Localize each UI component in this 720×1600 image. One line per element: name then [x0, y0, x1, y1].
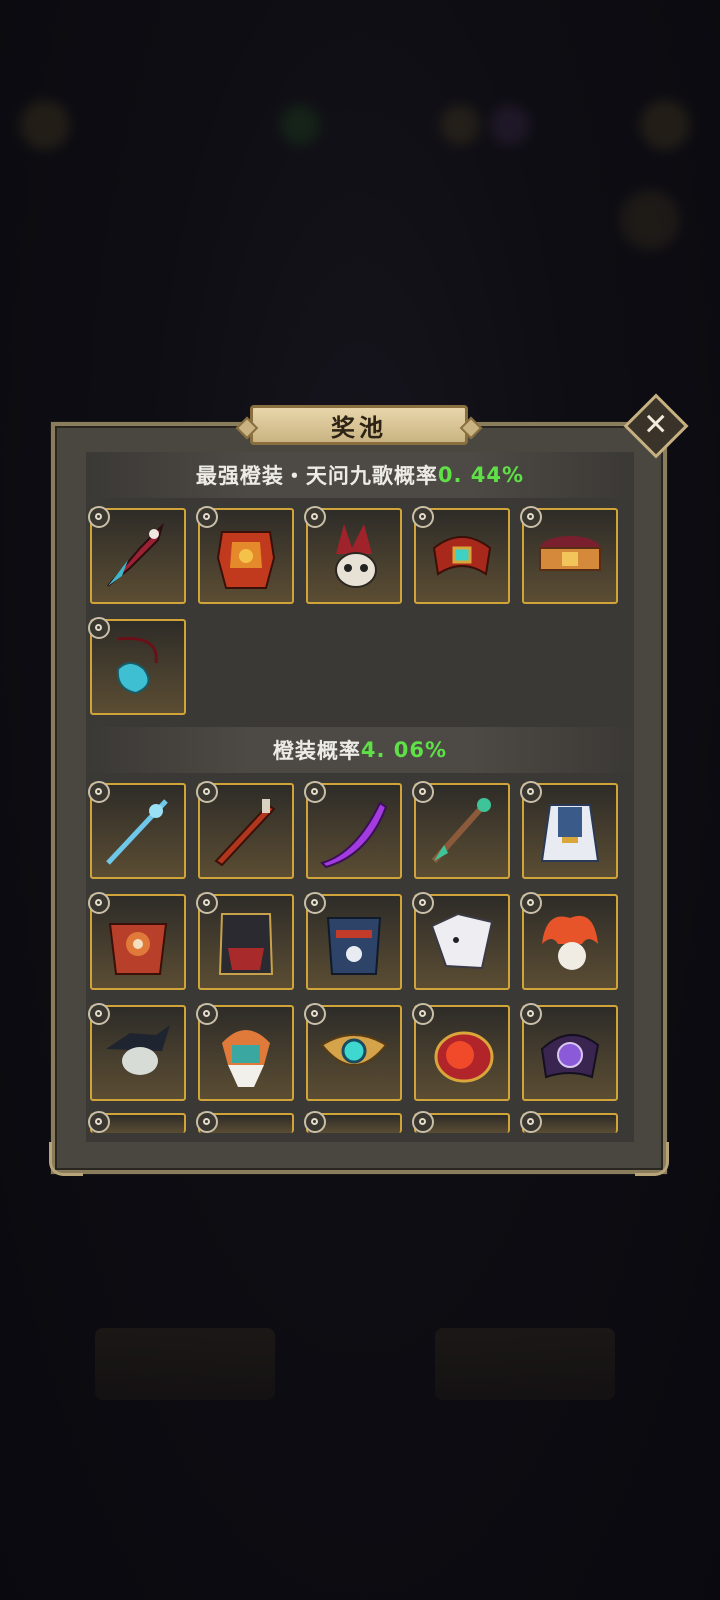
panel-corner-ornament — [49, 1142, 83, 1176]
reward-list[interactable]: 最强橙装・天问九歌概率 0. 44% 橙装概率 4. 06% — [86, 452, 634, 1142]
skull-helmet-icon[interactable] — [304, 506, 402, 604]
ice-spear-icon[interactable] — [88, 781, 186, 879]
close-icon: ✕ — [643, 407, 669, 443]
lion-helm-icon[interactable] — [196, 1003, 294, 1101]
list-item[interactable] — [196, 1111, 294, 1133]
dragon-amulet-icon[interactable] — [88, 617, 186, 715]
red-armor-icon[interactable] — [196, 506, 294, 604]
list-item[interactable] — [412, 1111, 510, 1133]
purple-blade-icon[interactable] — [304, 781, 402, 879]
lock-badge-icon — [412, 1111, 434, 1133]
turquoise-amulet-icon[interactable] — [304, 1003, 402, 1101]
list-item[interactable] — [88, 1111, 186, 1133]
list-item[interactable] — [304, 1111, 402, 1133]
white-beast-mask-icon[interactable] — [412, 892, 510, 990]
item-grid — [86, 773, 634, 1113]
lock-badge-icon — [304, 1111, 326, 1133]
section-rate: 4. 06% — [360, 738, 448, 762]
section-header-orange: 橙装概率 4. 06% — [86, 727, 634, 773]
violet-bracer-icon[interactable] — [520, 1003, 618, 1101]
lock-badge-icon — [88, 1111, 110, 1133]
jade-bracer-icon[interactable] — [412, 506, 510, 604]
item-grid — [86, 498, 634, 727]
panel-corner-ornament — [635, 1142, 669, 1176]
section-title: 最强橙装・天问九歌概率 — [195, 464, 438, 488]
horned-mask-icon[interactable] — [88, 1003, 186, 1101]
blue-robe-icon[interactable] — [520, 781, 618, 879]
lion-armor-icon[interactable] — [88, 892, 186, 990]
gold-belt-icon[interactable] — [520, 506, 618, 604]
list-item[interactable] — [520, 1111, 618, 1133]
jade-staff-icon[interactable] — [412, 781, 510, 879]
crimson-sword-icon[interactable] — [196, 781, 294, 879]
section-rate: 0. 44% — [437, 463, 525, 487]
ruby-ring-icon[interactable] — [412, 1003, 510, 1101]
flame-mask-icon[interactable] — [520, 892, 618, 990]
crimson-dagger-icon[interactable] — [88, 506, 186, 604]
lock-badge-icon — [196, 1111, 218, 1133]
section-title: 橙装概率 — [272, 739, 361, 763]
navy-armor-icon[interactable] — [304, 892, 402, 990]
section-header-best-orange: 最强橙装・天问九歌概率 0. 44% — [86, 452, 634, 498]
dark-armor-icon[interactable] — [196, 892, 294, 990]
lock-badge-icon — [520, 1111, 542, 1133]
item-grid-clipped — [86, 1111, 634, 1142]
dialog-title: 奖池 — [250, 405, 468, 445]
